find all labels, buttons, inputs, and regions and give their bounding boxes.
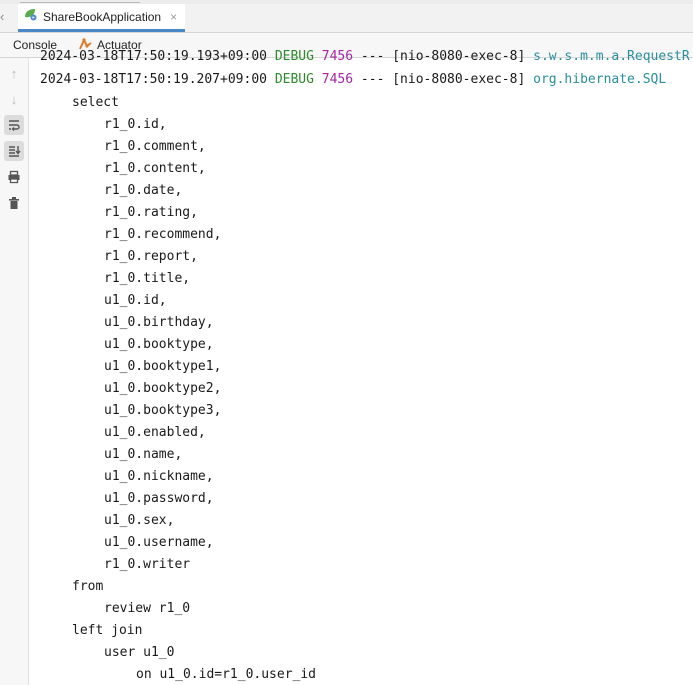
log-logger: org.hibernate.SQL [533, 72, 667, 87]
sql-column-line: u1_0.id, [104, 293, 167, 308]
log-separator: --- [360, 49, 385, 64]
sql-column-line: u1_0.booktype1, [104, 359, 222, 374]
up-arrow-icon[interactable]: ↑ [4, 63, 24, 83]
sql-condition-line: on u1_0.id=r1_0.user_id [136, 667, 317, 682]
sql-table-line: review r1_0 [104, 601, 191, 616]
log-timestamp: 2024-03-18T17:50:19.207+09:00 [40, 72, 267, 87]
sql-keyword-line: left join [72, 623, 143, 638]
sql-column-line: r1_0.recommend, [104, 227, 222, 242]
sql-keyword-line: select [72, 95, 119, 110]
sql-column-line: u1_0.booktype3, [104, 403, 222, 418]
sql-column-line: u1_0.birthday, [104, 315, 214, 330]
sql-column-line: r1_0.writer [104, 557, 191, 572]
log-level: DEBUG [274, 49, 314, 64]
down-arrow-icon[interactable]: ↓ [4, 89, 24, 109]
spring-boot-run-icon [22, 7, 38, 26]
sql-column-line: u1_0.name, [104, 447, 183, 462]
sql-column-line: u1_0.sex, [104, 513, 175, 528]
trash-icon[interactable] [4, 193, 24, 213]
sql-column-line: r1_0.id, [104, 117, 167, 132]
clipped-tab-fragment [20, 0, 140, 3]
log-line: 2024-03-18T17:50:19.193+09:00 DEBUG 7456… [40, 46, 690, 68]
sql-column-line: r1_0.comment, [104, 139, 206, 154]
log-line: 2024-03-18T17:50:19.207+09:00 DEBUG 7456… [40, 69, 666, 91]
sql-table-line: user u1_0 [104, 645, 175, 660]
run-tab-label: ShareBookApplication [43, 9, 162, 24]
sql-keyword-line: from [72, 579, 104, 594]
run-tab-sharebookapplication[interactable]: ShareBookApplication × [18, 4, 186, 32]
console-toolbar: ↑ ↓ [0, 58, 29, 685]
sql-column-line: u1_0.enabled, [104, 425, 206, 440]
sql-column-line: u1_0.username, [104, 535, 214, 550]
sql-column-line: r1_0.date, [104, 183, 183, 198]
print-icon[interactable] [4, 167, 24, 187]
sql-column-line: r1_0.rating, [104, 205, 198, 220]
log-level: DEBUG [274, 72, 314, 87]
sql-column-line: u1_0.booktype, [104, 337, 214, 352]
sql-column-line: r1_0.title, [104, 271, 191, 286]
run-tab-bar: ‹ ShareBookApplication × [0, 4, 693, 33]
log-separator: --- [360, 72, 385, 87]
log-pid: 7456 [321, 49, 354, 64]
close-icon[interactable]: × [170, 10, 177, 24]
sql-column-line: r1_0.content, [104, 161, 206, 176]
log-logger: s.w.s.m.m.a.RequestR [533, 49, 690, 64]
soft-wrap-icon[interactable] [4, 115, 24, 135]
log-thread: [nio-8080-exec-8] [392, 72, 526, 87]
scroll-to-end-icon[interactable] [4, 141, 24, 161]
sql-column-line: u1_0.booktype2, [104, 381, 222, 396]
sql-column-line: r1_0.report, [104, 249, 198, 264]
sql-column-line: u1_0.password, [104, 491, 214, 506]
sql-column-line: u1_0.nickname, [104, 469, 214, 484]
log-pid: 7456 [321, 72, 354, 87]
console-output[interactable]: 2024-03-18T17:50:19.193+09:00 DEBUG 7456… [29, 46, 693, 685]
chevron-left-icon[interactable]: ‹ [0, 9, 4, 24]
log-thread: [nio-8080-exec-8] [392, 49, 526, 64]
log-timestamp: 2024-03-18T17:50:19.193+09:00 [40, 49, 267, 64]
